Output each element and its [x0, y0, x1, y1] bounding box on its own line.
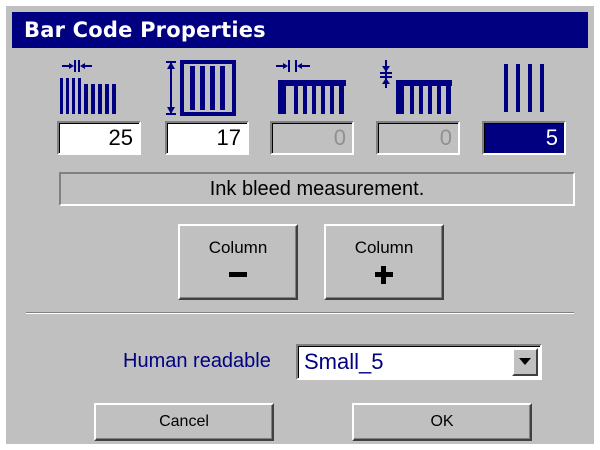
narrow-bar-width-field[interactable]: 25 [57, 121, 141, 155]
bar-height-offset-field[interactable]: 0 [376, 121, 460, 155]
chevron-down-icon [519, 358, 531, 365]
bar-code-properties-dialog: Bar Code Properties 25 17 0 0 5 Ink blee… [0, 0, 600, 450]
wide-bar-width-field[interactable]: 0 [270, 121, 354, 155]
human-readable-select[interactable]: Small_5 [296, 344, 542, 380]
minus-icon [229, 272, 247, 277]
bar-height-icon [162, 58, 242, 118]
column-minus-button[interactable]: Column [178, 224, 298, 300]
column-minus-label: Column [208, 238, 268, 257]
column-plus-label: Column [354, 238, 414, 257]
section-divider [26, 312, 574, 314]
dialog-body: Bar Code Properties 25 17 0 0 5 Ink blee… [12, 12, 588, 444]
ink-bleed-icon [490, 58, 570, 118]
column-plus-button[interactable]: Column [324, 224, 444, 300]
narrow-bar-width-icon [54, 58, 134, 118]
human-readable-label: Human readable [123, 350, 271, 372]
bar-height-field[interactable]: 17 [165, 121, 249, 155]
wide-bar-width-icon [270, 58, 350, 118]
dropdown-button[interactable] [512, 348, 538, 376]
ok-button[interactable]: OK [352, 403, 532, 441]
cancel-button[interactable]: Cancel [94, 403, 274, 441]
plus-icon [375, 266, 393, 284]
ink-bleed-field[interactable]: 5 [482, 121, 566, 155]
bar-height-offset-icon [376, 58, 456, 118]
status-text: Ink bleed measurement. [59, 172, 575, 206]
human-readable-value: Small_5 [304, 349, 384, 374]
dialog-title: Bar Code Properties [12, 12, 588, 48]
